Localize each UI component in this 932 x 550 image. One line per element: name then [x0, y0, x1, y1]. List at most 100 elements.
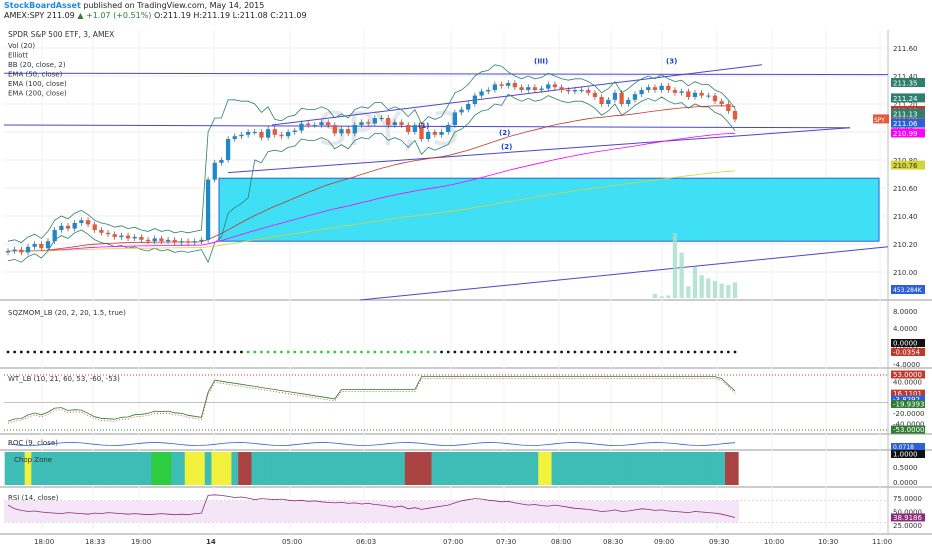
squeeze-dot	[420, 350, 423, 354]
volume-axis-tag-text: 453.284K	[893, 287, 923, 294]
volume-bar	[712, 281, 718, 298]
squeeze-dot	[680, 350, 684, 354]
candle-body	[439, 132, 444, 135]
rsi-tick-2: 25.0000	[893, 522, 922, 530]
squeeze-dot	[400, 350, 403, 354]
candle-body	[539, 88, 544, 90]
chop-bar	[111, 452, 119, 485]
candle-body	[559, 87, 564, 90]
squeeze-dot	[440, 350, 443, 354]
squeeze-dot	[646, 350, 650, 354]
squeeze-dot	[180, 350, 183, 354]
squeeze-dot	[333, 350, 337, 354]
chop-bar	[484, 452, 492, 485]
squeeze-dot	[53, 350, 57, 354]
price-axis-tag-text: 211.24	[893, 95, 918, 103]
chop-bar	[471, 452, 479, 485]
squeeze-dot	[26, 350, 30, 354]
candle-body	[159, 238, 164, 242]
squeeze-dot	[586, 350, 590, 354]
chop-bar	[371, 452, 379, 485]
chop-bar	[251, 452, 259, 485]
chop-bar	[84, 452, 92, 485]
squeeze-dot	[366, 350, 370, 354]
chop-bar	[711, 452, 719, 485]
candle-body	[726, 104, 731, 111]
symbol-line: AMEX:SPY 211.09 ▲ +1.07 (+0.51%) O:211.1…	[4, 11, 307, 20]
chop-bar	[578, 452, 586, 485]
volume-bar	[686, 286, 691, 298]
x-tick-label-3: 14	[206, 538, 216, 546]
chop-bar	[91, 452, 99, 485]
candle-body	[492, 84, 498, 90]
supply-zone-box	[218, 177, 880, 242]
candle-body	[45, 241, 51, 249]
candle-body	[165, 239, 171, 242]
candle-body	[392, 122, 397, 125]
chop-bar	[178, 452, 186, 485]
chopzone-tick-2: 0.0000	[893, 479, 918, 487]
chop-bar	[284, 452, 292, 485]
study-legend-2: BB (20, close, 2)	[8, 61, 66, 69]
squeeze-dot	[266, 350, 270, 354]
candle-body	[366, 122, 371, 124]
candle-body	[179, 241, 184, 243]
squeeze-dot	[146, 350, 150, 354]
chop-bar	[364, 452, 372, 485]
squeeze-dot	[506, 350, 510, 354]
chop-bar	[384, 452, 392, 485]
candle-body	[79, 220, 84, 223]
squeeze-dot	[540, 350, 543, 354]
candle-body	[359, 122, 364, 125]
candle-body	[92, 224, 97, 230]
squeeze-dot	[46, 350, 50, 354]
candle-body	[552, 84, 558, 88]
wt-title: WT_LB (10, 21, 60, 53, -60, -53)	[8, 375, 120, 383]
candle-body	[245, 132, 251, 135]
ema-axis-tag-text: 211.13	[893, 110, 918, 118]
candle-body	[412, 125, 418, 132]
chop-bar	[118, 452, 126, 485]
squeeze-dot	[526, 350, 530, 354]
candle-body	[119, 235, 124, 237]
candle-body	[205, 179, 211, 240]
publisher-link[interactable]: StockBoardAsset	[4, 1, 81, 10]
chop-bar	[58, 452, 65, 485]
chop-bar	[518, 452, 526, 485]
candle-body	[346, 129, 351, 134]
candle-body	[185, 241, 191, 243]
chop-bar	[358, 452, 366, 485]
study-legend-5: EMA (200, close)	[8, 90, 67, 98]
squeeze-dot	[346, 350, 350, 354]
volume-bar	[706, 278, 711, 298]
squeeze-dot	[520, 350, 523, 354]
candle-body	[486, 90, 491, 92]
candle-body	[532, 87, 538, 90]
squeeze-dot	[193, 350, 197, 354]
chart-title: SPDR S&P 500 ETF, 3, AMEX	[8, 30, 114, 39]
squeeze-dot	[533, 350, 537, 354]
publish-line: StockBoardAsset published on TradingView…	[4, 1, 264, 10]
candle-body	[546, 84, 551, 89]
squeeze-dot	[166, 350, 170, 354]
x-tick-label-7: 07:30	[496, 538, 516, 546]
x-tick-label-11: 09:30	[709, 538, 729, 546]
chop-bar	[458, 452, 466, 485]
ema-axis-tag-text: 211.06	[893, 120, 918, 128]
squeeze-dot	[413, 350, 417, 354]
candle-body	[239, 134, 244, 137]
chopzone-tick-1: 0.5000	[893, 464, 918, 472]
squeeze-dot	[220, 350, 223, 354]
symbol-name[interactable]: AMEX:SPY	[4, 11, 44, 20]
squeeze-dot	[153, 350, 157, 354]
candle-body	[325, 122, 331, 125]
chopzone-title: Chop Zone	[14, 456, 52, 464]
chart-canvas: 211.60211.40211.20211.00210.80210.60210.…	[0, 30, 932, 546]
squeeze-dot	[606, 350, 610, 354]
chop-bar	[478, 452, 486, 485]
candle-body	[65, 225, 71, 229]
study-legend-0: Vol (20)	[8, 42, 35, 50]
x-tick-label-1: 18:33	[85, 538, 105, 546]
squeeze-dot	[453, 350, 457, 354]
chop-bar	[158, 452, 166, 485]
